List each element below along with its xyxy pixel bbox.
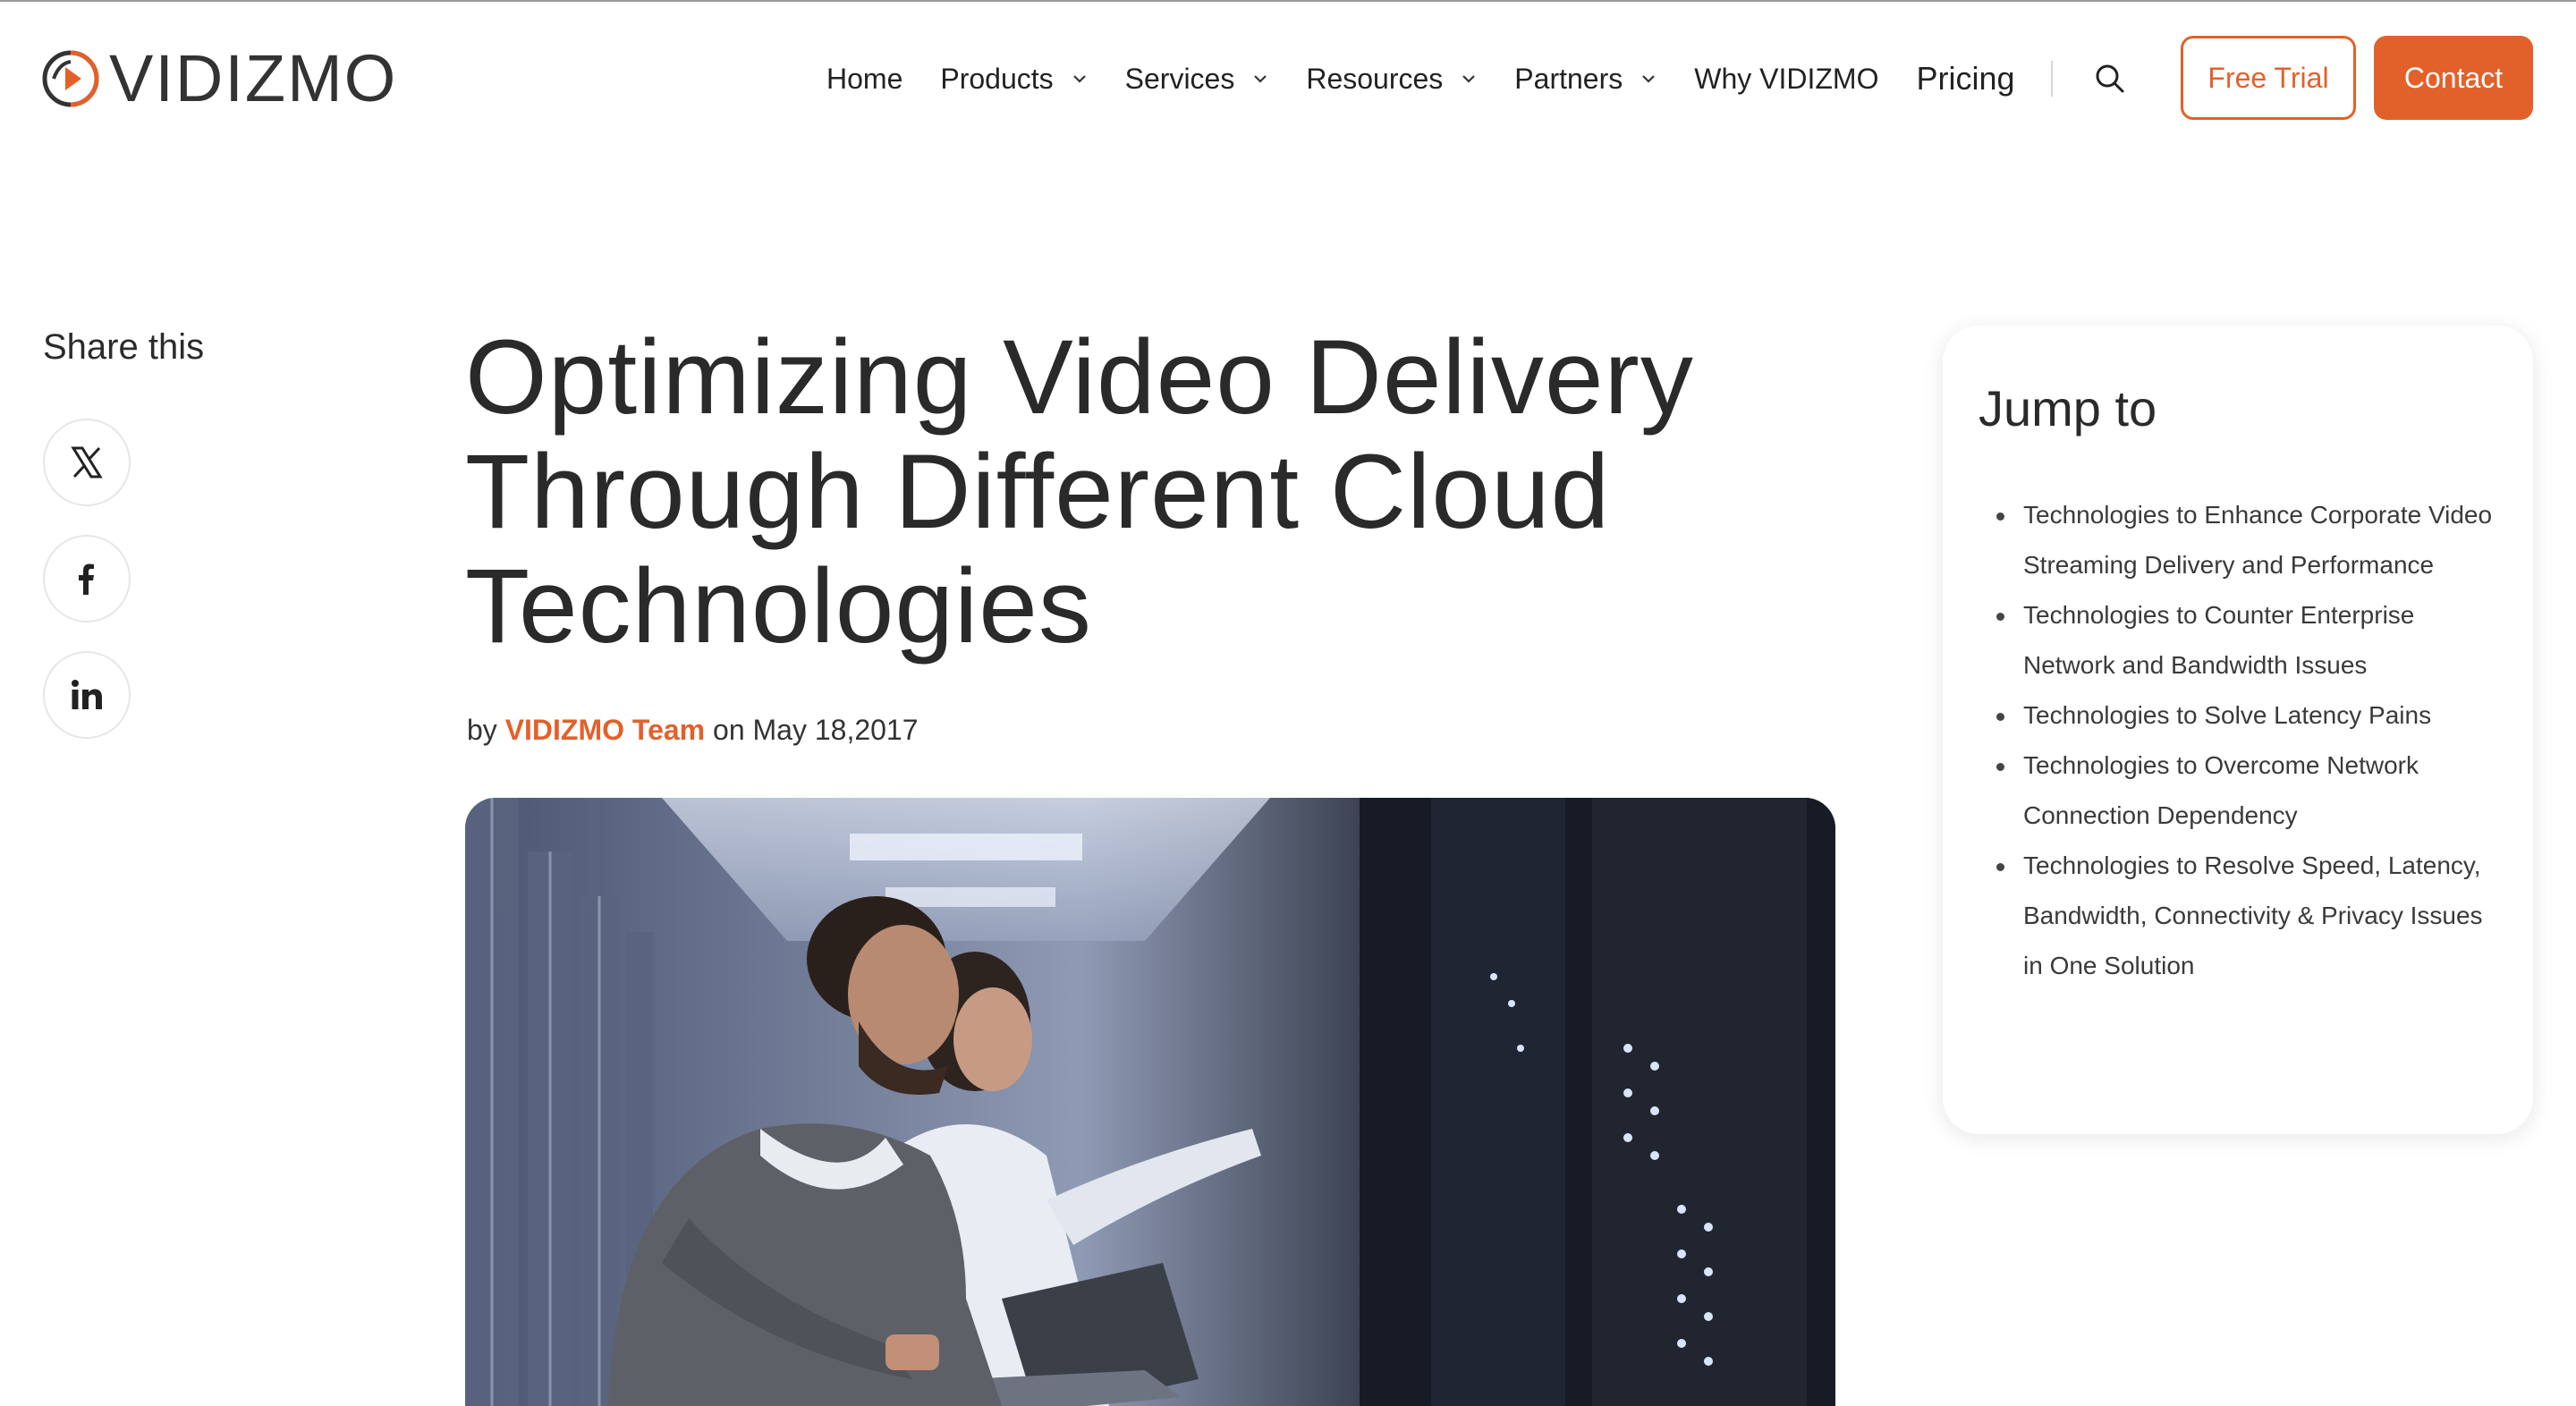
nav-home[interactable]: Home xyxy=(826,63,902,96)
search-button[interactable] xyxy=(2094,63,2126,95)
brand-name: VIDIZMO xyxy=(109,41,398,115)
jump-to-title: Jump to xyxy=(1979,380,2157,436)
share-facebook-button[interactable] xyxy=(43,535,131,623)
facebook-icon xyxy=(79,563,94,595)
jump-link-latency[interactable]: Technologies to Solve Latency Pains xyxy=(1996,690,2497,741)
main-nav: Home Products Services Resources Partner… xyxy=(826,50,2182,107)
chevron-down-icon xyxy=(1462,75,1476,83)
vidizmo-logo-icon xyxy=(42,50,99,107)
nav-resources[interactable]: Resources xyxy=(1306,63,1477,96)
publish-date: May 18,2017 xyxy=(752,714,919,746)
share-title: Share this xyxy=(43,327,205,367)
share-linkedin-button[interactable] xyxy=(43,651,131,739)
x-icon xyxy=(71,446,103,479)
nav-services[interactable]: Services xyxy=(1125,63,1269,96)
hero-image xyxy=(465,798,1835,1406)
chevron-down-icon xyxy=(1072,75,1086,83)
jump-link-network-bandwidth[interactable]: Technologies to Counter Enterprise Netwo… xyxy=(1996,590,2497,690)
nav-resources-label: Resources xyxy=(1306,62,1444,95)
search-icon xyxy=(2096,64,2123,93)
nav-why-vidizmo[interactable]: Why VIDIZMO xyxy=(1694,63,1878,96)
brand-logo[interactable]: VIDIZMO xyxy=(41,41,398,115)
hero-photo-illustration xyxy=(465,798,1835,1406)
nav-why-label: Why VIDIZMO xyxy=(1694,62,1879,95)
jump-link-connection-dependency[interactable]: Technologies to Overcome Network Connect… xyxy=(1996,741,2497,841)
site-header: VIDIZMO Home Products Services Resources… xyxy=(0,0,2576,157)
byline-by: by xyxy=(467,714,497,746)
nav-partners-label: Partners xyxy=(1514,62,1623,95)
linkedin-icon xyxy=(72,680,102,709)
nav-services-label: Services xyxy=(1124,62,1235,95)
jump-link-one-solution[interactable]: Technologies to Resolve Speed, Latency, … xyxy=(1996,841,2497,991)
author-link[interactable]: VIDIZMO Team xyxy=(505,714,705,746)
byline-on: on xyxy=(713,714,745,746)
chevron-down-icon xyxy=(1642,75,1656,83)
article-title: Optimizing Video Delivery Through Differ… xyxy=(465,318,1694,665)
chevron-down-icon xyxy=(1254,75,1267,83)
nav-pricing[interactable]: Pricing xyxy=(1916,60,2014,97)
jump-to-card: Jump to Technologies to Enhance Corporat… xyxy=(1943,326,2533,1134)
nav-home-label: Home xyxy=(826,62,903,95)
nav-products[interactable]: Products xyxy=(940,63,1087,96)
nav-pricing-label: Pricing xyxy=(1916,60,2015,97)
share-x-button[interactable] xyxy=(43,419,131,506)
nav-divider xyxy=(2050,61,2053,97)
jump-link-corporate-video[interactable]: Technologies to Enhance Corporate Video … xyxy=(1996,490,2497,590)
nav-products-label: Products xyxy=(940,62,1054,95)
article-byline: by VIDIZMO Team on May 18,2017 xyxy=(467,714,919,747)
free-trial-button[interactable]: Free Trial xyxy=(2181,36,2356,120)
jump-to-list: Technologies to Enhance Corporate Video … xyxy=(1996,490,2497,991)
contact-button[interactable]: Contact xyxy=(2374,36,2533,120)
nav-partners[interactable]: Partners xyxy=(1514,63,1657,96)
